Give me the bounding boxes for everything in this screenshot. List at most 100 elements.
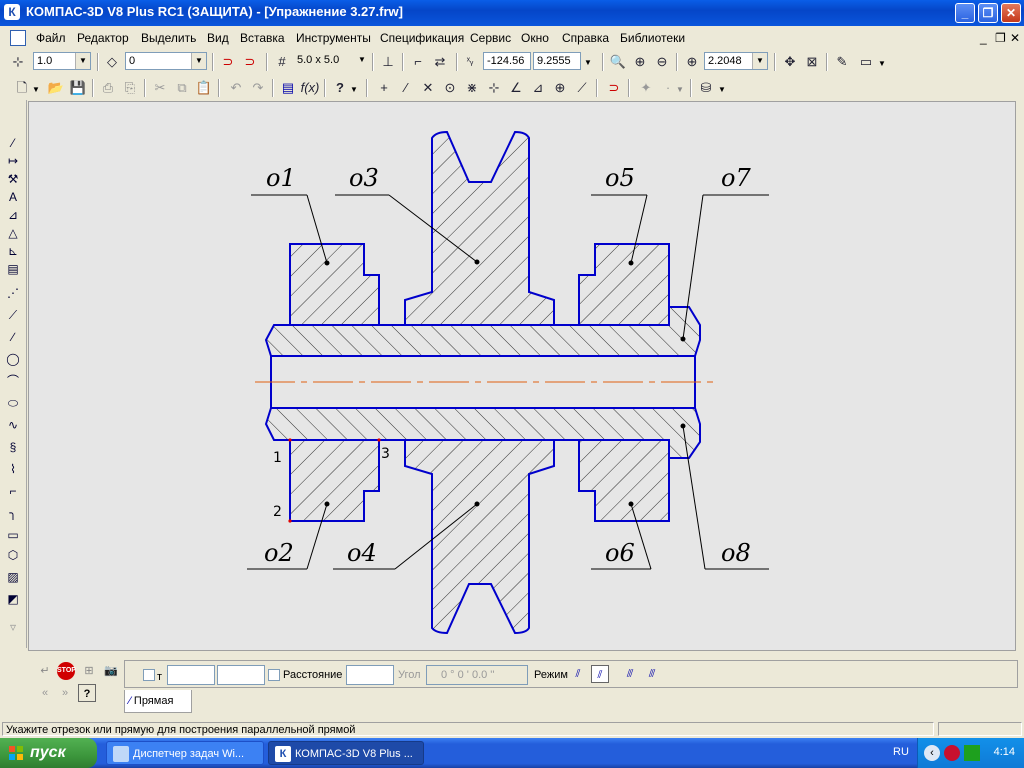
dimensions-panel-icon[interactable]: ↦ — [4, 152, 22, 170]
show-all-icon[interactable]: ⊠ — [802, 52, 822, 72]
menu-tools[interactable]: Инструменты — [296, 31, 371, 45]
save-icon[interactable]: 💾 — [68, 78, 88, 98]
segment-tool-icon[interactable]: ∕ — [4, 328, 22, 346]
distance-checkbox[interactable] — [268, 669, 280, 681]
open-folder-icon[interactable]: 📂 — [46, 78, 66, 98]
style-solid-icon[interactable]: ⫻ — [621, 665, 639, 683]
mode-two-lines-icon[interactable]: ⫽ — [591, 665, 609, 683]
snap-tangent-icon[interactable]: ⊙ — [440, 78, 460, 98]
chevron-down-icon[interactable]: ▼ — [752, 53, 767, 69]
parametrization-panel-icon[interactable]: ⊿ — [4, 206, 22, 224]
ortho-mode-icon[interactable]: ⌐ — [408, 52, 428, 72]
menu-select[interactable]: Выделить — [141, 31, 196, 45]
scroll-tool-icon[interactable]: ▿ — [4, 618, 22, 636]
circle-tool-icon[interactable]: ◯ — [4, 350, 22, 368]
kompas-logo-icon[interactable]: К — [4, 4, 20, 20]
drawing-canvas[interactable]: о1 о2 о3 о4 о5 о6 о7 о8 1 2 3 — [28, 101, 1016, 651]
mode-one-line-icon[interactable]: ⫽ — [569, 665, 587, 683]
autocreate-icon[interactable]: ⊞ — [80, 662, 98, 680]
snap-angle-icon[interactable]: ∠ — [506, 78, 526, 98]
display-mode-icon[interactable]: ▭ — [856, 52, 876, 72]
point-tool-icon[interactable]: ⋰ — [4, 284, 22, 302]
polygon-tool-icon[interactable]: ⬡ — [4, 546, 22, 564]
chevron-down-icon[interactable]: ▼ — [75, 53, 90, 69]
snap-grid-icon[interactable]: ⊹ — [484, 78, 504, 98]
menu-service[interactable]: Сервис — [470, 31, 511, 45]
bezier-tool-icon[interactable]: § — [4, 438, 22, 456]
fill-tool-icon[interactable]: ◩ — [4, 590, 22, 608]
chevron-down-icon[interactable]: ▼ — [350, 85, 358, 94]
chamfer-tool-icon[interactable]: ⌐ — [4, 482, 22, 500]
fillet-tool-icon[interactable]: ╮ — [4, 504, 22, 522]
chevron-down-icon[interactable]: ▼ — [878, 59, 886, 68]
new-file-icon[interactable]: 🗋 — [12, 78, 32, 98]
snap-on-curve-icon[interactable]: ⟋ — [572, 78, 592, 98]
spline-tool-icon[interactable]: ∿ — [4, 416, 22, 434]
menu-view[interactable]: Вид — [207, 31, 229, 45]
style-thin-icon[interactable]: ⫻ — [643, 665, 661, 683]
point-y-field[interactable] — [217, 665, 265, 685]
close-button[interactable]: ✕ — [1001, 3, 1021, 23]
next-object-icon[interactable]: » — [56, 684, 74, 702]
redo-icon[interactable]: ↷ — [248, 78, 268, 98]
snap-middle-icon[interactable]: ⊿ — [528, 78, 548, 98]
chevron-down-icon[interactable]: ▼ — [191, 53, 206, 69]
magnet-local-snap-icon[interactable]: ⊃ — [240, 52, 260, 72]
minimize-button[interactable]: _ — [955, 3, 975, 23]
snap-nearest-icon[interactable]: ⁄ — [396, 78, 416, 98]
distance-field[interactable] — [346, 665, 394, 685]
snap-intersection-icon[interactable]: ✕ — [418, 78, 438, 98]
camera-icon[interactable]: 📷 — [102, 662, 120, 680]
mdi-restore-button[interactable]: ❐ — [995, 31, 1006, 45]
point-x-field[interactable] — [167, 665, 215, 685]
menu-libraries[interactable]: Библиотеки — [620, 31, 685, 45]
library-manager-icon[interactable]: ⛁ — [696, 78, 716, 98]
menu-specification[interactable]: Спецификация — [380, 31, 464, 45]
cursor-step-icon[interactable]: ⊹ — [8, 52, 28, 72]
maximize-button[interactable]: ❐ — [978, 3, 998, 23]
document-icon[interactable] — [10, 30, 26, 46]
snap-center-icon[interactable]: ⊕ — [550, 78, 570, 98]
parameterize-icon[interactable]: ⇄ — [430, 52, 450, 72]
cut-icon[interactable]: ✂ — [150, 78, 170, 98]
grid-size-field[interactable]: 5.0 x 5.0 ▼ — [294, 52, 366, 70]
task-kompas[interactable]: К КОМПАС-3D V8 Plus ... — [268, 741, 424, 765]
menu-edit[interactable]: Редактор — [77, 31, 129, 45]
ellipse-tool-icon[interactable]: ⬭ — [4, 394, 22, 412]
layer-icon[interactable]: ◇ — [102, 52, 122, 72]
zoom-window-icon[interactable]: 🔍 — [608, 52, 628, 72]
chevron-down-icon[interactable]: ▼ — [584, 58, 592, 67]
prev-object-icon[interactable]: « — [36, 684, 54, 702]
magnet-icon[interactable]: ⊃ — [604, 78, 624, 98]
program-icon[interactable] — [964, 745, 980, 761]
menu-window[interactable]: Окно — [521, 31, 549, 45]
mdi-close-button[interactable]: ✕ — [1010, 31, 1020, 45]
measure-panel-icon[interactable]: △ — [4, 224, 22, 242]
grid-icon[interactable]: # — [272, 52, 292, 72]
variables-icon[interactable]: f(x) — [300, 78, 320, 98]
coord-x-field[interactable]: -124.56 — [483, 52, 531, 70]
manager-icon[interactable]: ▤ — [278, 78, 298, 98]
chevron-down-icon[interactable]: ▼ — [718, 85, 726, 94]
help-cursor-icon[interactable]: ? — [330, 78, 350, 98]
coord-y-field[interactable]: 9.2555 — [533, 52, 581, 70]
zoom-in-icon[interactable]: ⊕ — [630, 52, 650, 72]
shield-icon[interactable] — [944, 745, 960, 761]
stop-icon[interactable]: STOP — [57, 662, 76, 680]
chevron-down-icon[interactable]: ▼ — [358, 52, 366, 68]
polyline-tool-icon[interactable]: ⌇ — [4, 460, 22, 478]
menu-file[interactable]: Файл — [36, 31, 66, 45]
hatch-tool-icon[interactable]: ▨ — [4, 568, 22, 586]
angle-field[interactable]: 0 ° 0 ' 0.0 '' — [426, 665, 528, 685]
options-icon[interactable]: · — [658, 78, 678, 98]
point-icon[interactable]: ✦ — [636, 78, 656, 98]
zoom-out-icon[interactable]: ⊖ — [652, 52, 672, 72]
t-checkbox[interactable] — [143, 669, 155, 681]
snap-normal-icon[interactable]: ⋇ — [462, 78, 482, 98]
line-tool-icon[interactable]: ⟋ — [4, 306, 22, 324]
copy-icon[interactable]: ⧉ — [172, 78, 192, 98]
chevron-left-icon[interactable]: ‹ — [924, 745, 940, 761]
paste-icon[interactable]: 📋 — [194, 78, 214, 98]
zoom-combo[interactable]: 2.2048 ▼ — [704, 52, 768, 70]
language-indicator[interactable]: RU — [893, 746, 909, 758]
